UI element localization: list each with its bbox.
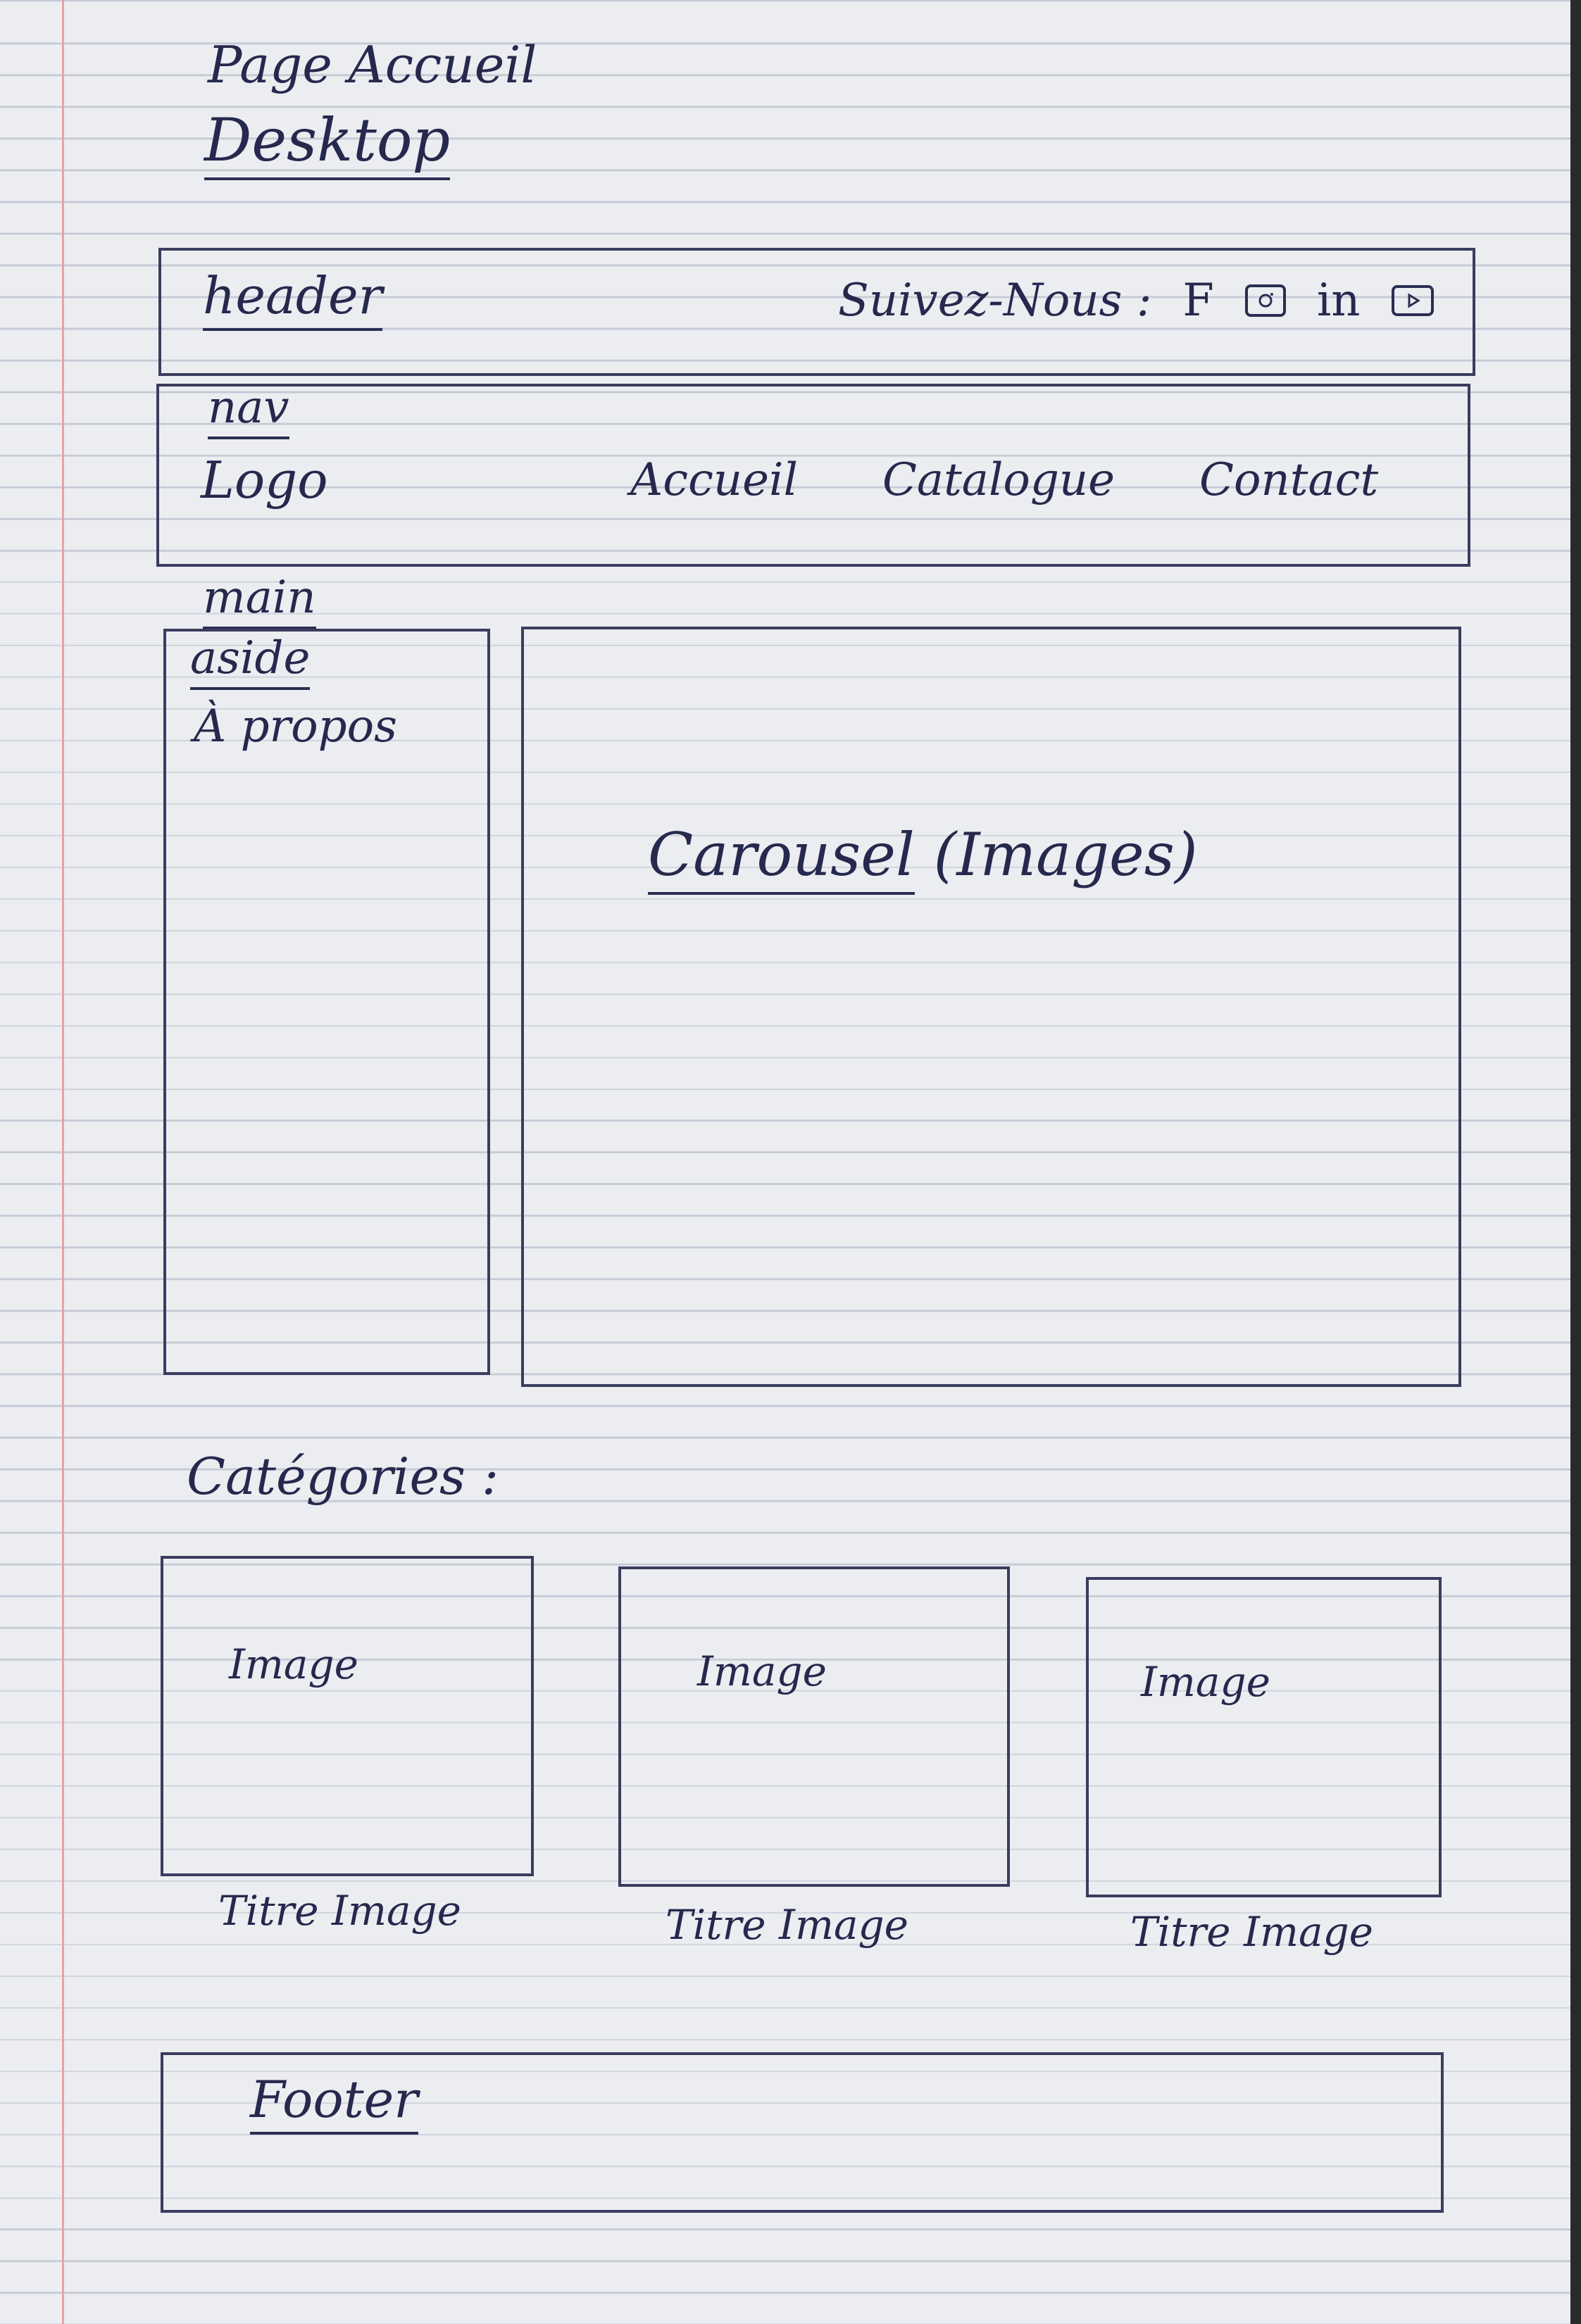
carousel-box[interactable]	[521, 627, 1461, 1387]
nav-link-accueil[interactable]: Accueil	[630, 454, 798, 506]
category-image-1: Image	[229, 1640, 358, 1688]
category-image-2: Image	[697, 1647, 827, 1695]
instagram-glyph	[1258, 293, 1273, 308]
follow-text: Suivez-Nous :	[838, 275, 1152, 327]
category-caption-1: Titre Image	[218, 1887, 461, 1935]
facebook-icon[interactable]: F	[1182, 275, 1213, 327]
youtube-play-glyph	[1408, 293, 1420, 308]
nav-link-contact[interactable]: Contact	[1199, 454, 1378, 506]
aside-label: aside	[190, 632, 311, 690]
nav-links: Accueil Catalogue Contact	[630, 454, 1378, 506]
category-caption-3: Titre Image	[1130, 1908, 1373, 1956]
category-caption-2: Titre Image	[665, 1901, 908, 1949]
nav-link-catalogue[interactable]: Catalogue	[882, 454, 1115, 506]
notebook-paper: Page Accueil Desktop header Suivez-Nous …	[0, 0, 1570, 2324]
header-label: header	[203, 266, 383, 331]
main-label: main	[203, 572, 316, 629]
page-title: Page Accueil	[208, 35, 537, 94]
nav-logo[interactable]: Logo	[201, 451, 328, 510]
category-image-3: Image	[1141, 1658, 1270, 1706]
page-subtitle: Desktop	[204, 106, 451, 180]
categories-heading: Catégories :	[187, 1447, 499, 1506]
footer-label: Footer	[250, 2070, 418, 2135]
instagram-icon[interactable]	[1244, 284, 1286, 317]
carousel-title: Carousel	[648, 820, 915, 895]
aside-about[interactable]: À propos	[194, 701, 397, 753]
youtube-icon[interactable]	[1391, 285, 1434, 316]
linkedin-icon[interactable]: in	[1317, 275, 1361, 327]
category-card-2[interactable]	[618, 1566, 1010, 1887]
social-links: Suivez-Nous : F in	[838, 275, 1434, 327]
carousel-note: (Images)	[933, 820, 1198, 889]
category-card-3[interactable]	[1086, 1577, 1442, 1897]
category-card-1[interactable]	[161, 1556, 534, 1876]
margin-line	[62, 0, 64, 2324]
carousel-label: Carousel (Images)	[648, 820, 1198, 895]
nav-label: nav	[208, 382, 289, 439]
